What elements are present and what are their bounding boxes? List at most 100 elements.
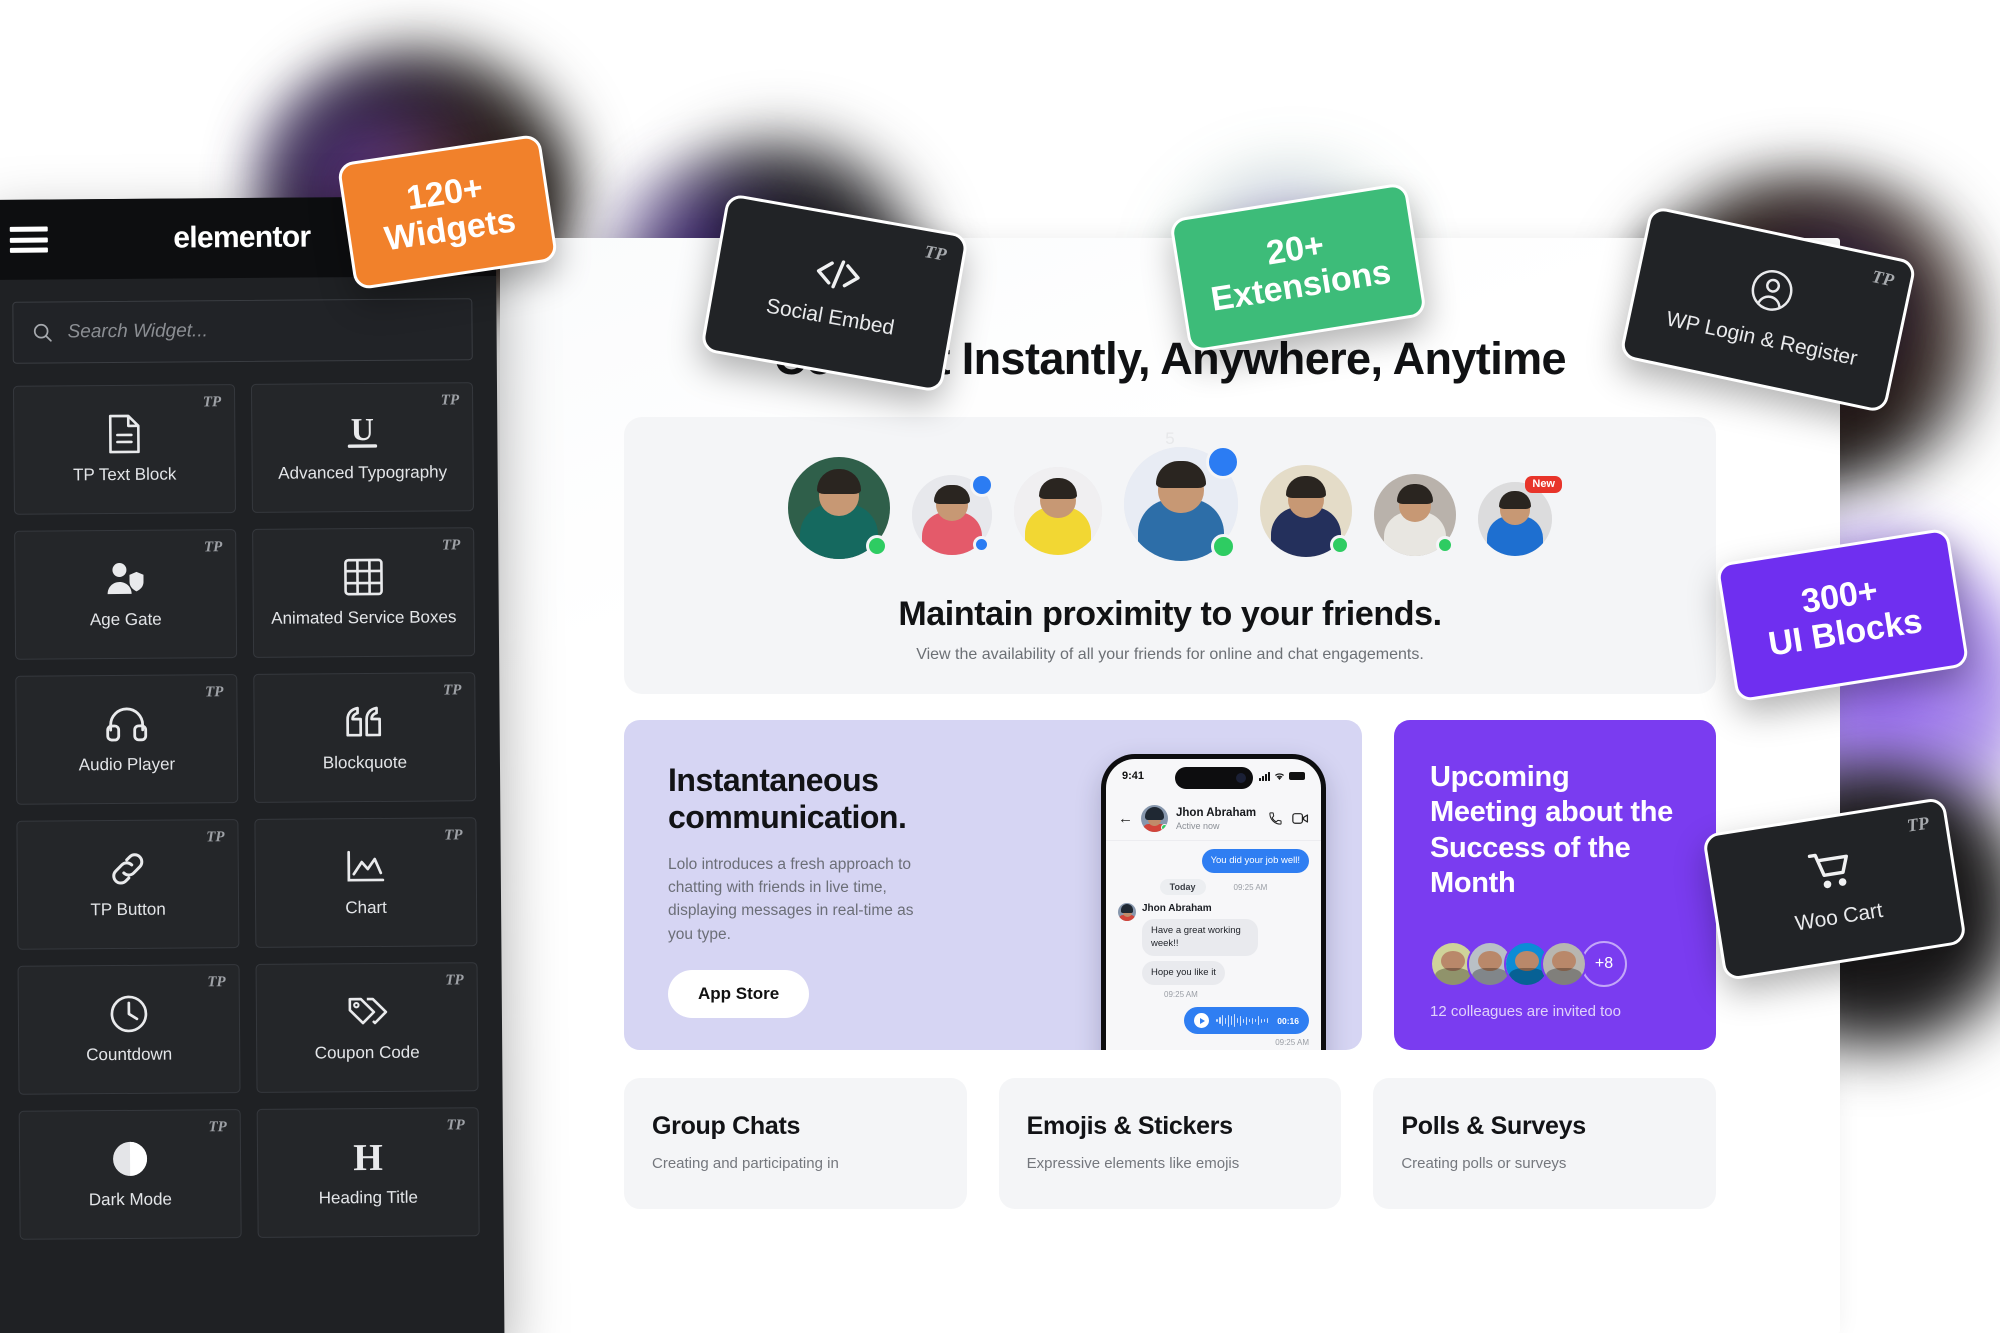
widget-card-animated-service-boxes[interactable]: TP Animated Service Boxes: [252, 527, 476, 658]
contrast-circle-icon: [111, 1138, 149, 1180]
friend-avatar[interactable]: [1374, 474, 1456, 556]
feature-title: Group Chats: [652, 1112, 801, 1140]
widget-card-tp-button[interactable]: TP TP Button: [16, 819, 240, 950]
tp-badge: TP: [444, 827, 463, 844]
friend-avatar[interactable]: [788, 457, 890, 559]
widget-grid: TP TP Text Block TP U Advanced Typography TP A…: [12, 382, 480, 1240]
elementor-editor-panel: elementor TP TP Text Block TP U Advanced Typ…: [0, 196, 505, 1333]
underline-u-icon: U: [342, 411, 382, 453]
meeting-note: 12 colleagues are invited too: [1430, 1003, 1621, 1020]
search-widget-field[interactable]: [12, 298, 473, 364]
friend-avatar[interactable]: [912, 473, 994, 555]
clock-icon: [109, 993, 149, 1035]
feature-cards-row: Group Chats Creating and participating i…: [624, 1078, 1717, 1209]
battery-icon: [1289, 772, 1305, 780]
avatar: [1141, 805, 1168, 832]
hamburger-icon[interactable]: [9, 226, 48, 253]
status-badge: New: [1525, 476, 1562, 493]
widget-card-label: TP Button: [90, 900, 166, 920]
voice-message-bubble[interactable]: 00:16: [1183, 1007, 1309, 1035]
code-brackets-icon: [809, 253, 865, 300]
badge-card-label: Social Embed: [764, 294, 897, 340]
widget-card-heading-title[interactable]: TP H Heading Title: [256, 1107, 480, 1238]
widget-card-chart[interactable]: TP Chart: [254, 817, 478, 948]
chat-messages: You did your job well! Today 09:25 AM Jh…: [1106, 843, 1321, 1050]
heading-h-icon: H: [348, 1136, 388, 1178]
quote-icon: [343, 701, 385, 743]
app-store-button[interactable]: App Store: [668, 969, 810, 1018]
tp-badge: TP: [203, 539, 223, 556]
widget-card-label: Dark Mode: [88, 1190, 173, 1210]
chat-voice-message[interactable]: 00:16: [1118, 1007, 1309, 1035]
friend-avatar[interactable]: [1014, 467, 1102, 555]
message-bubble: Have a great working week!!: [1142, 919, 1258, 957]
svg-text:H: H: [353, 1137, 383, 1177]
waveform-icon: [1215, 1014, 1269, 1028]
document-icon: [107, 413, 141, 455]
message-timestamp: 09:25 AM: [1164, 990, 1198, 1000]
svg-text:U: U: [351, 412, 374, 447]
widget-card-label: Chart: [345, 898, 387, 918]
friends-panel-subtext: View the availability of all your friend…: [916, 646, 1424, 663]
friend-avatar[interactable]: [1124, 445, 1240, 561]
avatar: [1478, 482, 1552, 556]
chat-message-me: You did your job well!: [1118, 849, 1309, 874]
phone-status-bar: 9:41: [1106, 770, 1321, 782]
widget-card-coupon-code[interactable]: TP Coupon Code: [255, 962, 479, 1093]
widget-card-blockquote[interactable]: TP Blockquote: [253, 672, 477, 803]
widget-card-label: Age Gate: [89, 610, 162, 630]
voice-duration: 00:16: [1277, 1015, 1299, 1026]
screenshot-root: Connect Instantly, Anywhere, Anytime New…: [0, 0, 2000, 1333]
day-separator: Today: [1159, 879, 1206, 896]
area-chart-icon: [346, 846, 386, 888]
status-badge-online: [1210, 533, 1236, 559]
widget-card-age-gate[interactable]: TP Age Gate: [14, 529, 238, 660]
link-chain-icon: [108, 848, 148, 890]
phone-icon: [1269, 812, 1282, 825]
tp-badge: TP: [442, 682, 462, 699]
widget-card-label: TP Text Block: [72, 465, 177, 485]
chat-contact-status: Active now: [1176, 820, 1220, 831]
tp-badge: TP: [441, 537, 461, 554]
widget-card-countdown[interactable]: TP Countdown: [17, 964, 241, 1095]
arrow-left-icon[interactable]: ←: [1118, 810, 1133, 827]
status-badge-online: [865, 534, 888, 557]
shopping-cart-icon: [1805, 845, 1858, 899]
search-input[interactable]: [67, 318, 454, 344]
feature-card: Emojis & Stickers Expressive elements li…: [998, 1078, 1342, 1209]
attendee-avatar[interactable]: [1541, 941, 1587, 987]
meeting-card: Upcoming Meeting about the Success of th…: [1394, 720, 1716, 1050]
widget-card-audio-player[interactable]: TP Audio Player: [15, 674, 239, 805]
feature-description: Creating and participating in: [652, 1155, 839, 1172]
play-icon[interactable]: [1193, 1013, 1209, 1029]
website-preview: Connect Instantly, Anywhere, Anytime New…: [500, 238, 1840, 1333]
widget-card-label: Blockquote: [322, 753, 408, 773]
wifi-icon: [1275, 772, 1284, 780]
avatar: [1118, 903, 1136, 922]
message-sender: Jhon Abraham: [1142, 903, 1212, 915]
chat-message-them: Jhon Abraham Have a great working week!!…: [1118, 903, 1309, 999]
message-bubble: You did your job well!: [1201, 849, 1309, 874]
chat-actions: [1268, 811, 1309, 826]
avatar: [1014, 467, 1102, 555]
search-icon: [33, 323, 52, 342]
message-timestamp: 09:25 AM: [1233, 882, 1268, 892]
badge-card-label: Woo Cart: [1793, 898, 1885, 935]
widget-card-label: Heading Title: [318, 1188, 419, 1208]
meeting-more-count[interactable]: +8: [1581, 941, 1627, 987]
headphones-icon: [105, 703, 148, 745]
signal-icon: [1259, 771, 1270, 781]
phone-time: 9:41: [1122, 770, 1145, 782]
message-bubble: Hope you like it: [1142, 961, 1225, 986]
widget-card-tp-text-block[interactable]: TP TP Text Block: [12, 384, 236, 515]
feature-title: Emojis & Stickers: [1026, 1112, 1233, 1140]
meeting-title: Upcoming Meeting about the Success of th…: [1430, 761, 1674, 900]
friend-avatar[interactable]: [1260, 465, 1352, 557]
tp-badge: TP: [1905, 812, 1931, 836]
widget-card-dark-mode[interactable]: TP Dark Mode: [18, 1109, 242, 1240]
widget-card-advanced-typography[interactable]: TP U Advanced Typography: [250, 382, 474, 513]
feature-title: Polls & Surveys: [1401, 1112, 1586, 1140]
friend-avatar[interactable]: New: [1478, 476, 1562, 556]
feature-description: Creating polls or surveys: [1401, 1155, 1567, 1172]
tp-badge: TP: [206, 829, 225, 846]
